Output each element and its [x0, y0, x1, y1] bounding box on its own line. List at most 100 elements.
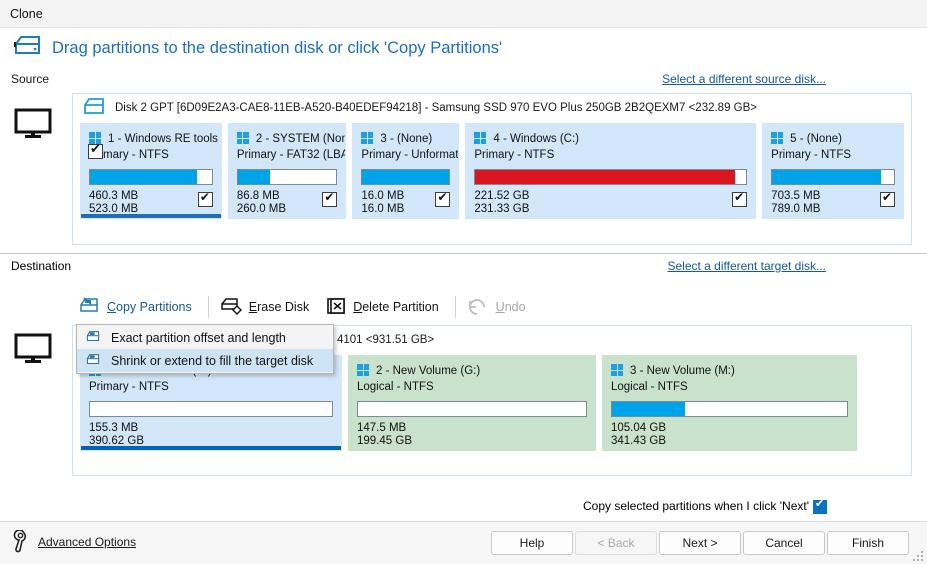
- copy-partitions-button[interactable]: Copy Partitions: [72, 293, 203, 322]
- partition-usage-bar: [89, 169, 213, 185]
- partition-total-size: 260.0 MB: [237, 203, 286, 216]
- partition-title: 2 - New Volume (G:): [376, 365, 480, 377]
- partition-sizes: 147.5 MB199.45 GB: [357, 422, 412, 448]
- partition-title: 4 - Windows (C:): [493, 133, 579, 145]
- toolbar-separator-2: [455, 296, 456, 318]
- partition-used-size: 703.5 MB: [771, 190, 820, 203]
- partition-used-size: 460.3 MB: [89, 190, 138, 203]
- partition-usage-bar: [771, 169, 895, 185]
- partition-title: 3 - (None): [380, 133, 432, 145]
- cancel-button[interactable]: Cancel: [743, 531, 825, 555]
- source-partition-5[interactable]: 5 - (None)Primary - NTFS703.5 MB789.0 MB: [762, 123, 904, 219]
- destination-computer-icon: [14, 333, 54, 366]
- partition-type: Primary - NTFS: [474, 149, 747, 161]
- partition-title-row: 1 - Windows RE tools (Nor: [89, 131, 213, 146]
- windows-logo-icon: [771, 132, 784, 145]
- menu-item-2[interactable]: Shrink or extend to fill the target disk: [77, 349, 333, 372]
- partition-title-row: 3 - (None): [361, 131, 450, 146]
- undo-label: ndo: [505, 300, 526, 314]
- partition-usage-bar: [237, 169, 338, 185]
- undo-icon: [467, 296, 489, 319]
- partition-usage-fill: [238, 170, 271, 184]
- finish-button[interactable]: Finish: [827, 531, 909, 555]
- delete-partition-label: elete Partition: [362, 300, 438, 314]
- partition-total-size: 199.45 GB: [357, 435, 412, 448]
- source-header: Drag partitions to the destination disk …: [0, 28, 927, 90]
- next-button[interactable]: Next >: [659, 531, 741, 555]
- select-source-disk-link[interactable]: Select a different source disk...: [662, 72, 826, 86]
- source-partition-list: 1 - Windows RE tools (Nor Primary - NTFS 4…: [80, 123, 904, 219]
- windows-logo-icon: [357, 364, 370, 377]
- source-disk-info: Disk 2 GPT [6D09E2A3-CAE8-11EB-A520-B40E…: [115, 102, 757, 114]
- partition-type: Primary - NTFS: [771, 149, 895, 161]
- source-partition-2[interactable]: 2 - SYSTEM (None)Primary - FAT32 (LBA)86…: [228, 123, 347, 219]
- partition-title-row: 2 - New Volume (G:): [357, 363, 587, 378]
- partition-checkbox[interactable]: [198, 192, 213, 207]
- menu-item-label: Exact partition offset and length: [111, 331, 286, 345]
- partition-sizes: 460.3 MB523.0 MB: [89, 190, 138, 216]
- windows-logo-icon: [361, 132, 374, 145]
- back-button: < Back: [575, 531, 657, 555]
- partition-usage-bar: [89, 401, 333, 417]
- partition-title: 3 - New Volume (M:): [630, 365, 735, 377]
- partition-checkbox[interactable]: [435, 192, 450, 207]
- disk-icon: [12, 34, 42, 65]
- erase-disk-button[interactable]: Erase Disk: [214, 293, 320, 322]
- partition-total-size: 341.43 GB: [611, 435, 666, 448]
- destination-toolbar: Copy Partitions Erase Disk Delete Partit…: [72, 291, 537, 323]
- partition-sizes: 105.04 GB341.43 GB: [611, 422, 666, 448]
- erase-disk-label: rase Disk: [257, 300, 309, 314]
- partition-checkbox[interactable]: [880, 192, 895, 207]
- partition-selected-indicator: [81, 446, 341, 450]
- copy-partitions-accel: C: [107, 300, 116, 314]
- delete-partition-button[interactable]: Delete Partition: [320, 293, 449, 322]
- partition-checkbox[interactable]: [732, 192, 747, 207]
- source-label: Source: [11, 72, 49, 86]
- source-disk-header: Disk 2 GPT [6D09E2A3-CAE8-11EB-A520-B40E…: [73, 94, 911, 122]
- source-partition-1[interactable]: 1 - Windows RE tools (NorPrimary - NTFS4…: [80, 123, 222, 219]
- partition-type: Logical - NTFS: [611, 381, 848, 393]
- partition-selected-indicator: [81, 214, 221, 218]
- copy-partitions-menu: Exact partition offset and length Shrink …: [76, 324, 334, 374]
- window-title: Clone: [10, 7, 43, 21]
- wrench-icon: [12, 530, 34, 557]
- partition-usage-bar: [361, 169, 450, 185]
- source-partition-3[interactable]: 3 - (None)Primary - Unformatted16.0 MB16…: [352, 123, 459, 219]
- partition-type: Logical - NTFS: [357, 381, 587, 393]
- copy-option-label: Copy selected partitions when I click 'N…: [583, 499, 809, 513]
- help-button[interactable]: Help: [491, 531, 573, 555]
- partition-total-size: 16.0 MB: [361, 203, 404, 216]
- source-disk-panel: Disk 2 GPT [6D09E2A3-CAE8-11EB-A520-B40E…: [72, 93, 912, 245]
- destination-partition-2[interactable]: 2 - New Volume (G:) Logical - NTFS 147.5 M…: [348, 355, 596, 451]
- partition-used-size: 147.5 MB: [357, 422, 412, 435]
- section-divider: [0, 253, 927, 254]
- delete-partition-icon: [326, 296, 346, 319]
- advanced-options-link[interactable]: Advanced Options: [38, 535, 136, 549]
- destination-partition-3[interactable]: 3 - New Volume (M:) Logical - NTFS 105.04 …: [602, 355, 857, 451]
- undo-accel: U: [496, 300, 505, 314]
- windows-logo-icon: [611, 364, 624, 377]
- disk-small-icon: [81, 97, 107, 120]
- window-titlebar: Clone: [0, 0, 927, 28]
- partition-title-row: 3 - New Volume (M:): [611, 363, 848, 378]
- copy-option-checkbox[interactable]: [813, 500, 827, 514]
- copy-option-row: Copy selected partitions when I click 'N…: [0, 496, 927, 518]
- partition-usage-fill: [90, 170, 197, 184]
- erase-disk-accel: E: [249, 300, 257, 314]
- source-disk-checkbox[interactable]: ✔: [88, 144, 103, 159]
- delete-partition-accel: D: [353, 300, 362, 314]
- partition-usage-fill: [612, 402, 685, 416]
- partition-used-size: 105.04 GB: [611, 422, 666, 435]
- copy-partitions-label: opy Partitions: [116, 300, 192, 314]
- page-title: Drag partitions to the destination disk …: [52, 39, 502, 58]
- partition-total-size: 231.33 GB: [474, 203, 529, 216]
- partition-sizes: 703.5 MB789.0 MB: [771, 190, 820, 216]
- windows-logo-icon: [237, 132, 250, 145]
- partition-sizes: 16.0 MB16.0 MB: [361, 190, 404, 216]
- dialog-footer: Advanced Options Help < Back Next > Canc…: [0, 521, 927, 564]
- menu-item-1[interactable]: Exact partition offset and length: [77, 326, 333, 349]
- select-target-disk-link[interactable]: Select a different target disk...: [667, 259, 826, 273]
- partition-checkbox[interactable]: [322, 192, 337, 207]
- source-partition-4[interactable]: 4 - Windows (C:)Primary - NTFS221.52 GB2…: [465, 123, 756, 219]
- resize-grip-icon[interactable]: [913, 551, 923, 561]
